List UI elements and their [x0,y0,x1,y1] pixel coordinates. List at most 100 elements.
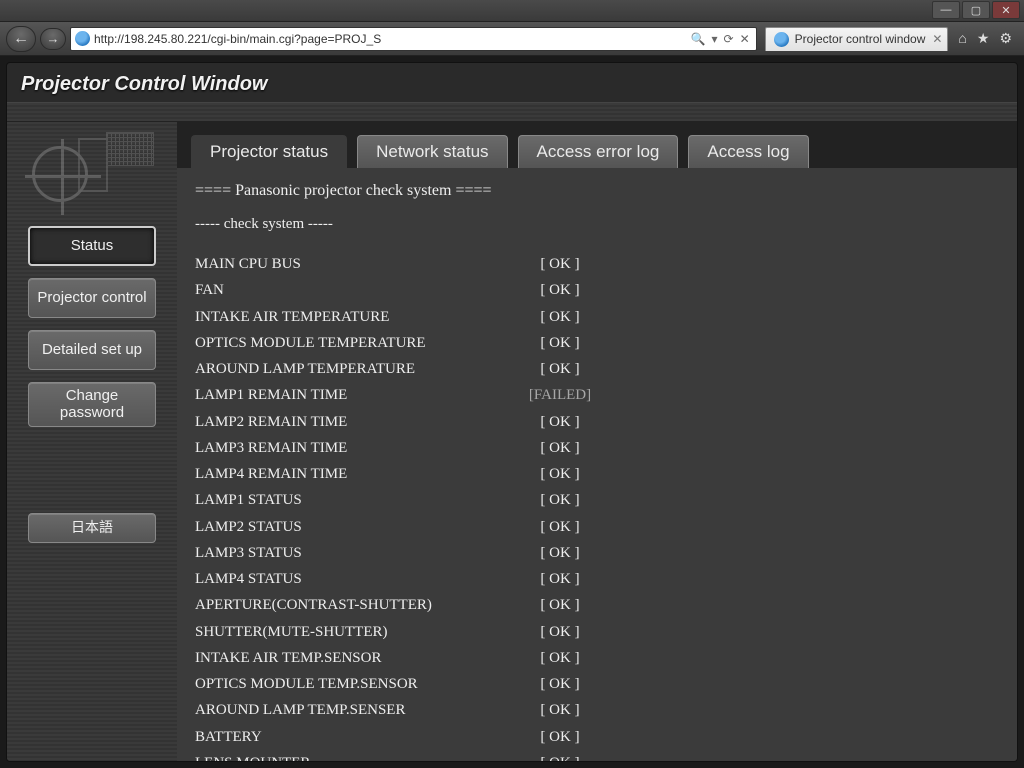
window-close-button[interactable]: ✕ [992,1,1020,19]
sidebar-item-0[interactable]: Status [28,226,156,266]
check-label: FAN [195,277,515,303]
check-label: AROUND LAMP TEMP.SENSER [195,697,515,723]
stop-icon[interactable]: ✕ [740,32,750,46]
check-row: FAN[ OK ] [195,277,999,303]
address-dropdown-icon[interactable]: ▾ [712,32,718,46]
tab-1[interactable]: Network status [357,135,507,168]
check-label: INTAKE AIR TEMP.SENSOR [195,645,515,671]
sidebar-item-1[interactable]: Projector control [28,278,156,318]
check-status: [ OK ] [515,461,605,487]
search-icon[interactable]: 🔍 [691,32,706,46]
check-row: LAMP3 REMAIN TIME[ OK ] [195,435,999,461]
check-status: [ OK ] [515,645,605,671]
sidebar-item-label: Change password [35,387,149,422]
check-row: BATTERY[ OK ] [195,724,999,750]
browser-tab-active[interactable]: Projector control window ✕ [765,27,949,51]
check-status: [ OK ] [515,697,605,723]
check-label: LENS MOUNTER [195,750,515,761]
check-row: LAMP4 REMAIN TIME[ OK ] [195,461,999,487]
projector-logo-icon [22,128,162,208]
check-status: [ OK ] [515,671,605,697]
sidebar: Status Projector control Detailed set up Ch… [7,122,177,761]
check-label: OPTICS MODULE TEMP.SENSOR [195,671,515,697]
home-icon[interactable]: ⌂ [958,30,966,47]
window-minimize-button[interactable]: — [932,1,960,19]
check-label: LAMP2 REMAIN TIME [195,409,515,435]
check-label: LAMP3 STATUS [195,540,515,566]
content-scroll[interactable]: ==== Panasonic projector check system ==… [177,168,1017,761]
check-label: SHUTTER(MUTE-SHUTTER) [195,619,515,645]
check-status: [ OK ] [515,356,605,382]
browser-back-button[interactable]: ← [6,26,36,52]
tab-close-icon[interactable]: ✕ [932,32,942,46]
check-row: AROUND LAMP TEMPERATURE[ OK ] [195,356,999,382]
main-panel: Projector status Network status Access err… [177,122,1017,761]
check-label: MAIN CPU BUS [195,251,515,277]
tab-2[interactable]: Access error log [518,135,679,168]
check-label: APERTURE(CONTRAST-SHUTTER) [195,592,515,618]
ie-icon [774,32,789,47]
check-row: LAMP1 REMAIN TIME[FAILED] [195,382,999,408]
check-label: LAMP4 STATUS [195,566,515,592]
browser-toolbar: ← → 🔍 ▾ ⟳ ✕ Projector control window ✕ ⌂… [0,22,1024,56]
tab-3[interactable]: Access log [688,135,808,168]
check-row: APERTURE(CONTRAST-SHUTTER)[ OK ] [195,592,999,618]
check-label: INTAKE AIR TEMPERATURE [195,304,515,330]
sidebar-item-label: Status [71,237,114,254]
check-row: LENS MOUNTER[ OK ] [195,750,999,761]
window-titlebar: — ▢ ✕ [0,0,1024,22]
window-maximize-button[interactable]: ▢ [962,1,990,19]
favorites-icon[interactable]: ★ [977,30,990,47]
check-row: LAMP1 STATUS[ OK ] [195,487,999,513]
check-status: [FAILED] [515,382,605,408]
check-label: LAMP1 STATUS [195,487,515,513]
sidebar-item-2[interactable]: Detailed set up [28,330,156,370]
check-row: LAMP4 STATUS[ OK ] [195,566,999,592]
check-row: AROUND LAMP TEMP.SENSER[ OK ] [195,697,999,723]
check-status: [ OK ] [515,566,605,592]
page-title: Projector Control Window [7,63,1017,102]
check-status: [ OK ] [515,330,605,356]
sidebar-item-3[interactable]: Change password [28,382,156,427]
check-label: LAMP1 REMAIN TIME [195,382,515,408]
check-row: SHUTTER(MUTE-SHUTTER)[ OK ] [195,619,999,645]
check-row: INTAKE AIR TEMP.SENSOR[ OK ] [195,645,999,671]
check-status: [ OK ] [515,435,605,461]
check-status: [ OK ] [515,304,605,330]
sidebar-item-label: Detailed set up [42,341,142,358]
check-status: [ OK ] [515,619,605,645]
check-row: LAMP2 REMAIN TIME[ OK ] [195,409,999,435]
refresh-icon[interactable]: ⟳ [724,32,734,46]
tab-bar: Projector status Network status Access err… [177,122,1017,168]
check-row: LAMP2 STATUS[ OK ] [195,514,999,540]
content-header-2: ----- check system ----- [195,216,999,233]
check-row: INTAKE AIR TEMPERATURE[ OK ] [195,304,999,330]
check-row: OPTICS MODULE TEMPERATURE[ OK ] [195,330,999,356]
check-status: [ OK ] [515,724,605,750]
content-header-1: ==== Panasonic projector check system ==… [195,182,999,200]
sidebar-item-label: Projector control [37,289,146,306]
page-frame: Projector Control Window Status Projector… [6,62,1018,762]
check-status: [ OK ] [515,592,605,618]
check-status: [ OK ] [515,251,605,277]
check-status: [ OK ] [515,277,605,303]
page-root: Projector Control Window Status Projector… [0,56,1024,768]
check-row: LAMP3 STATUS[ OK ] [195,540,999,566]
check-status: [ OK ] [515,750,605,761]
check-label: LAMP2 STATUS [195,514,515,540]
check-row: OPTICS MODULE TEMP.SENSOR[ OK ] [195,671,999,697]
url-input[interactable] [94,32,687,46]
header-stripe [7,102,1017,122]
check-row: MAIN CPU BUS[ OK ] [195,251,999,277]
sidebar-item-language[interactable]: 日本語 [28,513,156,543]
check-label: OPTICS MODULE TEMPERATURE [195,330,515,356]
address-actions: 🔍 ▾ ⟳ ✕ [691,32,752,46]
browser-tab-title: Projector control window [795,32,926,46]
check-label: BATTERY [195,724,515,750]
sidebar-item-label: 日本語 [71,519,113,535]
browser-forward-button[interactable]: → [40,28,66,50]
tab-0[interactable]: Projector status [191,135,347,168]
check-status: [ OK ] [515,514,605,540]
tools-icon[interactable]: ⚙ [999,30,1012,47]
address-bar[interactable]: 🔍 ▾ ⟳ ✕ [70,27,757,51]
